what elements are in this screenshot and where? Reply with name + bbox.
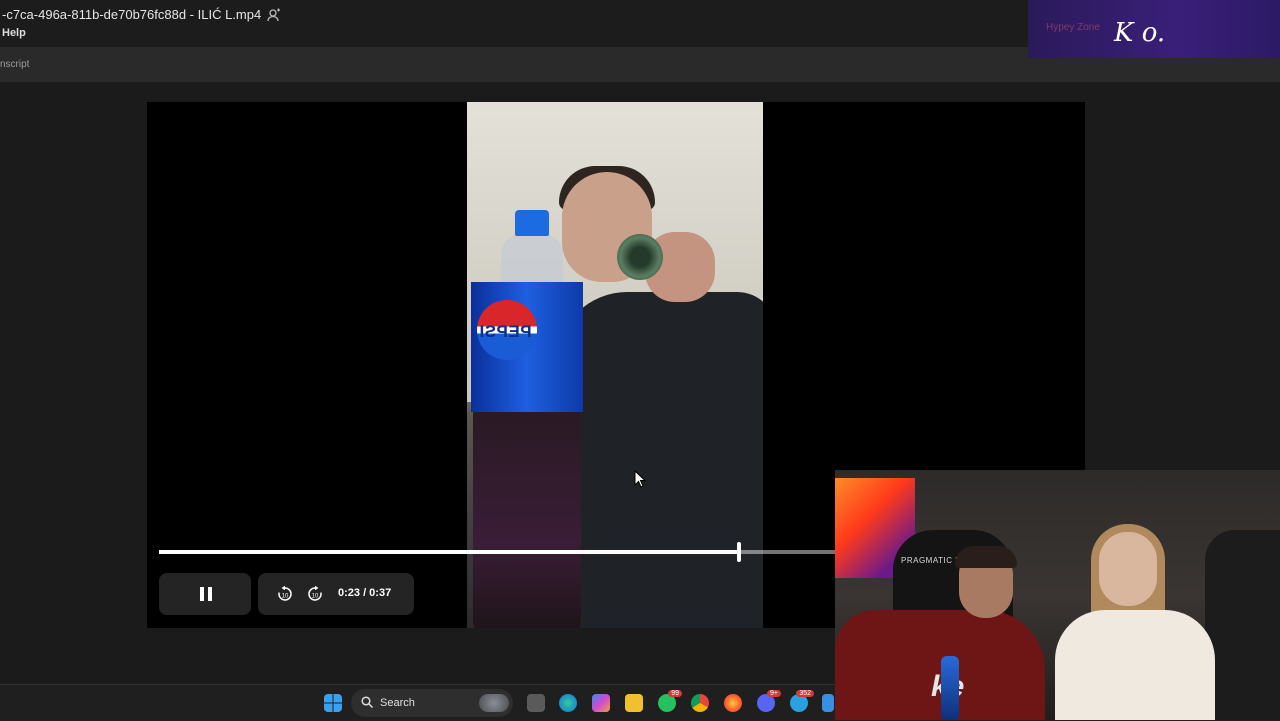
progress-thumb[interactable] [737,542,741,562]
guest-head [1099,532,1157,606]
transcript-tab[interactable]: nscript [0,59,29,70]
task-view-icon[interactable] [527,694,545,712]
file-title: -c7ca-496a-811b-de70b76fc88d - ILIĆ L.mp… [2,7,281,22]
search-label: Search [380,697,415,709]
file-title-text: -c7ca-496a-811b-de70b76fc88d - ILIĆ L.mp… [2,7,262,22]
discord-badge: 9+ [767,690,781,697]
chrome-icon[interactable] [691,694,709,712]
time-display: 0:23 / 0:37 [338,587,392,599]
search-icon [361,696,373,708]
video-person-body [557,292,763,628]
progress-fill [159,550,739,554]
pepsi-bottle: PEPSI [471,210,583,628]
file-explorer-icon[interactable] [625,694,643,712]
pause-button[interactable] [159,573,251,615]
svg-text:10: 10 [312,594,319,600]
edge-icon[interactable] [559,694,577,712]
discord-icon[interactable]: 9+ [757,690,781,712]
green-bottle [617,234,663,280]
pepsi-bottle-neck [501,234,563,284]
mouse-cursor-icon [634,470,646,488]
whatsapp-icon[interactable]: 99 [658,690,682,712]
forward-10-icon[interactable]: 10 [306,585,324,603]
search-highlight-icon [479,694,509,712]
webcam-bg-chair [1205,530,1280,720]
guest-body [1055,610,1215,720]
telegram-icon[interactable]: 352 [790,690,814,712]
overlay-logo-text: K o. [1114,18,1166,48]
firefox-icon[interactable] [724,694,742,712]
pepsi-bottle-cap [515,210,549,236]
pepsi-brand-text: PEPSI [479,322,532,341]
pause-icon [200,587,212,601]
svg-text:10: 10 [282,594,289,600]
seek-controls: 10 10 0:23 / 0:37 [258,573,414,615]
overlay-faint-text: Hypey Zone [1046,22,1100,33]
whatsapp-badge: 99 [668,690,682,697]
progress-bar[interactable] [159,542,835,562]
stream-overlay-logo: Hypey Zone K o. [1028,0,1280,58]
streamer-cap [955,546,1017,568]
telegram-badge: 352 [796,690,814,697]
windows-start-icon[interactable] [324,694,342,712]
share-person-icon[interactable] [267,8,281,22]
webcam-overlay: PRAGMATIC PLAY ke [835,470,1280,720]
menu-help[interactable]: Help [2,27,26,39]
copilot-icon[interactable] [592,694,610,712]
webcam-bottle [941,656,959,720]
pepsi-bottle-body [473,412,581,628]
rewind-10-icon[interactable]: 10 [276,585,294,603]
taskbar-search[interactable]: Search [351,689,513,717]
notepad-icon[interactable] [822,694,834,712]
